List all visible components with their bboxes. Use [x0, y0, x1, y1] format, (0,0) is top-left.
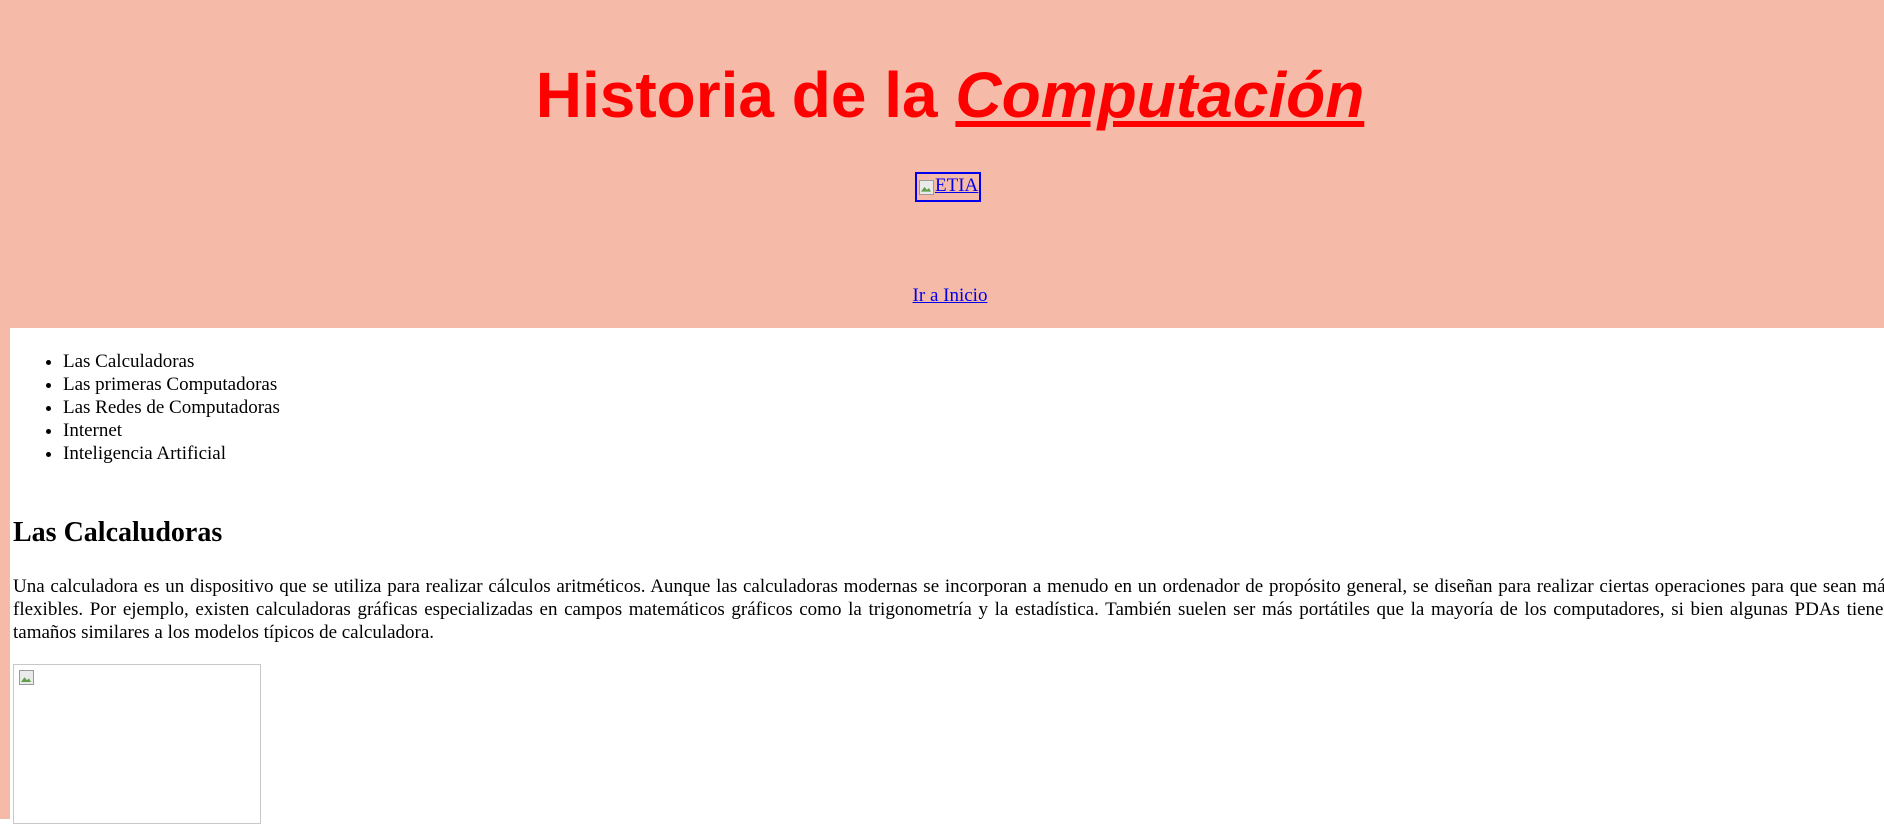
title-historia: Historia — [535, 58, 774, 131]
section-paragraph: Una calculadora es un dispositivo que se… — [13, 576, 1884, 643]
logo-alt-text: ETIA — [935, 175, 979, 196]
section-heading: Las Calcaludoras — [13, 517, 223, 548]
logo-link[interactable]: ETIA — [915, 172, 982, 202]
home-link[interactable]: Ir a Inicio — [0, 284, 1884, 308]
topic-list: Las Calculadoras Las primeras Computador… — [63, 350, 280, 465]
broken-image-icon — [18, 669, 34, 685]
page-header: Historia de la Computación ETIA Ir a Ini… — [0, 0, 1884, 328]
title-de-la: de la — [774, 58, 956, 131]
title-computacion: Computación — [955, 58, 1365, 131]
list-item: Las Redes de Computadoras — [63, 396, 280, 419]
list-item: Internet — [63, 419, 280, 442]
calculator-image — [13, 664, 261, 824]
list-item: Las Calculadoras — [63, 350, 280, 373]
page-title: Historia de la Computación — [0, 57, 1884, 133]
broken-image-icon — [918, 179, 934, 195]
list-item: Inteligencia Artificial — [63, 442, 280, 465]
list-item: Las primeras Computadoras — [63, 373, 280, 396]
